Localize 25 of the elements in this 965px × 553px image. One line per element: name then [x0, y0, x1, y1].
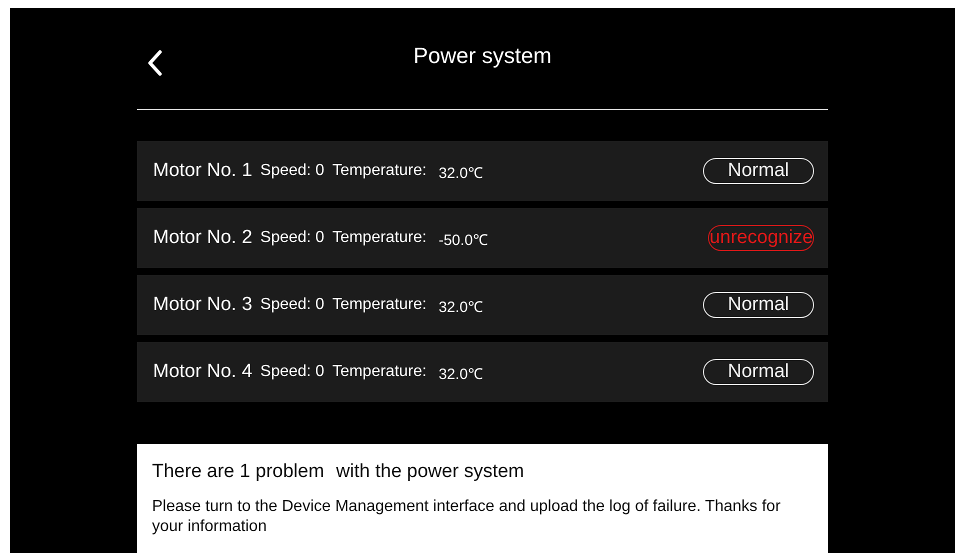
back-icon[interactable] — [147, 50, 163, 76]
temperature-value: 32.0℃ — [438, 164, 483, 184]
notice-message: Please turn to the Device Management interface and upload the log of failure. Thanks for your information — [152, 496, 782, 536]
status-badge: unrecognize — [708, 225, 814, 251]
speed-text: Speed: 0 — [260, 362, 324, 382]
status-badge: Normal — [702, 292, 814, 318]
problem-summary-suffix: with the power system — [336, 460, 524, 484]
motor-name: Motor No. 2 — [153, 226, 252, 250]
motor-name: Motor No. 3 — [153, 292, 252, 317]
page-title: Power system — [413, 42, 552, 70]
speed-text: Speed: 0 — [260, 161, 324, 181]
temperature-label: Temperature: — [332, 295, 427, 315]
temperature-value: 32.0℃ — [438, 364, 483, 385]
status-badge: Normal — [702, 158, 814, 184]
temperature-label: Temperature: — [332, 228, 427, 248]
temperature-value: -50.0℃ — [438, 230, 488, 251]
speed-text: Speed: 0 — [260, 295, 324, 315]
temperature-label: Temperature: — [332, 362, 427, 382]
motor-name: Motor No. 4 — [153, 360, 252, 384]
speed-text: Speed: 0 — [260, 228, 324, 248]
motor-name: Motor No. 1 — [153, 158, 252, 183]
status-badge: Normal — [702, 359, 814, 385]
temperature-label: Temperature: — [332, 161, 427, 181]
problem-summary: There are 1 problem — [152, 460, 324, 484]
temperature-value: 32.0℃ — [438, 298, 483, 318]
